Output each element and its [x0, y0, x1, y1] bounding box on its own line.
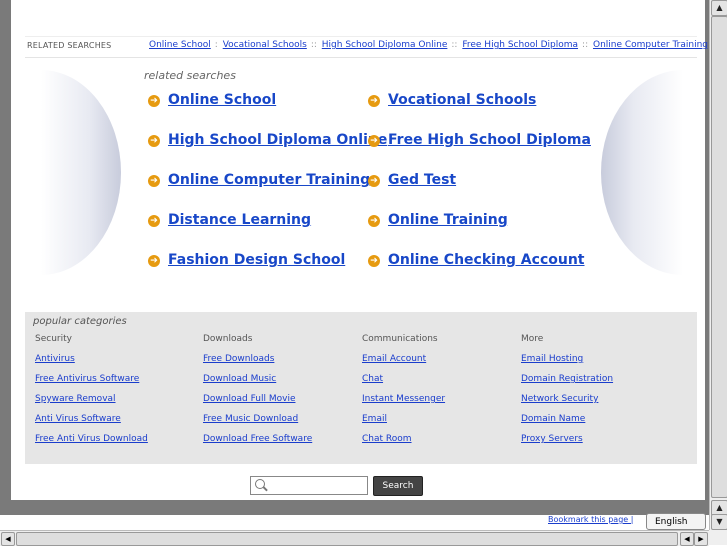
- list-item[interactable]: ➔ Distance Learning: [148, 212, 311, 228]
- category-link[interactable]: Free Music Download: [203, 414, 312, 434]
- related-search-link[interactable]: Online Training: [388, 212, 508, 228]
- scrollbar-corner: [709, 530, 727, 545]
- related-searches-title: related searches: [144, 69, 236, 82]
- category-link[interactable]: Chat Room: [362, 434, 445, 454]
- category-heading: More: [521, 334, 544, 344]
- category-link[interactable]: Proxy Servers: [521, 434, 613, 454]
- related-searches-links: Online School: Vocational Schools:: High…: [149, 40, 710, 50]
- related-search-link[interactable]: Distance Learning: [168, 212, 311, 228]
- category-link[interactable]: Free Anti Virus Download: [35, 434, 148, 454]
- list-item[interactable]: ➔ Ged Test: [368, 172, 456, 188]
- list-item[interactable]: ➔ Vocational Schools: [368, 92, 536, 108]
- related-search-link[interactable]: Ged Test: [388, 172, 456, 188]
- arrow-right-circle-icon: ➔: [148, 135, 160, 147]
- list-item[interactable]: ➔ Fashion Design School: [148, 252, 345, 268]
- category-link[interactable]: Domain Registration: [521, 374, 613, 394]
- related-link-online-computer-training[interactable]: Online Computer Training: [593, 40, 708, 50]
- horizontal-scroll-thumb[interactable]: [16, 532, 678, 546]
- arrow-right-circle-icon: ➔: [368, 135, 380, 147]
- arrow-right-circle-icon: ➔: [368, 95, 380, 107]
- list-item[interactable]: ➔ Online Computer Training: [148, 172, 370, 188]
- scroll-left-arrow-icon[interactable]: ◀: [1, 532, 15, 546]
- related-link-online-school[interactable]: Online School: [149, 40, 211, 50]
- category-column-security: Security Antivirus Free Antivirus Softwa…: [35, 334, 148, 454]
- related-search-link[interactable]: Online Computer Training: [168, 172, 370, 188]
- separator: :: [214, 40, 218, 50]
- category-heading: Security: [35, 334, 72, 344]
- magnifier-icon: [255, 479, 265, 489]
- category-link[interactable]: Anti Virus Software: [35, 414, 148, 434]
- category-heading: Communications: [362, 334, 438, 344]
- related-search-link[interactable]: Online School: [168, 92, 276, 108]
- vertical-scroll-thumb[interactable]: [711, 16, 727, 498]
- category-link[interactable]: Email Hosting: [521, 354, 613, 374]
- related-link-high-school-diploma-online[interactable]: High School Diploma Online: [322, 40, 448, 50]
- list-item[interactable]: ➔ Online Training: [368, 212, 508, 228]
- related-search-link[interactable]: Vocational Schools: [388, 92, 536, 108]
- popular-categories-panel: popular categories Security Antivirus Fr…: [25, 312, 697, 464]
- arrow-right-circle-icon: ➔: [368, 215, 380, 227]
- category-link[interactable]: Download Music: [203, 374, 312, 394]
- category-link[interactable]: Download Free Software: [203, 434, 312, 454]
- horizontal-scrollbar[interactable]: ◀ ◀ ▶: [0, 530, 709, 546]
- arrow-right-circle-icon: ➔: [148, 95, 160, 107]
- scroll-up-arrow-icon[interactable]: ▲: [711, 0, 727, 16]
- related-link-free-high-school-diploma[interactable]: Free High School Diploma: [462, 40, 578, 50]
- category-link[interactable]: Network Security: [521, 394, 613, 414]
- arrow-right-circle-icon: ➔: [148, 255, 160, 267]
- related-search-link[interactable]: Online Checking Account: [388, 252, 585, 268]
- separator: ::: [582, 40, 589, 50]
- separator: ::: [310, 40, 317, 50]
- category-link[interactable]: Email Account: [362, 354, 445, 374]
- footer-strip: [0, 500, 709, 515]
- related-search-link[interactable]: Free High School Diploma: [388, 132, 591, 148]
- category-link[interactable]: Download Full Movie: [203, 394, 312, 414]
- arrow-right-circle-icon: ➔: [148, 175, 160, 187]
- category-link[interactable]: Chat: [362, 374, 445, 394]
- category-link[interactable]: Free Antivirus Software: [35, 374, 148, 394]
- category-column-more: More Email Hosting Domain Registration N…: [521, 334, 613, 454]
- bookmark-link[interactable]: Bookmark this page |: [548, 515, 633, 524]
- scroll-down-arrow-icon[interactable]: ▼: [711, 514, 727, 530]
- popular-categories-title: popular categories: [33, 316, 127, 327]
- related-search-link[interactable]: High School Diploma Online: [168, 132, 387, 148]
- arrow-right-circle-icon: ➔: [368, 175, 380, 187]
- page-left-margin: [0, 0, 11, 500]
- list-item[interactable]: ➔ High School Diploma Online: [148, 132, 387, 148]
- category-link[interactable]: Instant Messenger: [362, 394, 445, 414]
- related-link-vocational-schools[interactable]: Vocational Schools: [223, 40, 307, 50]
- category-link[interactable]: Domain Name: [521, 414, 613, 434]
- page-content: RELATED SEARCHES Online School: Vocation…: [11, 0, 708, 500]
- category-link[interactable]: Antivirus: [35, 354, 148, 374]
- category-column-downloads: Downloads Free Downloads Download Music …: [203, 334, 312, 454]
- category-column-communications: Communications Email Account Chat Instan…: [362, 334, 445, 454]
- search-button[interactable]: Search: [373, 476, 423, 496]
- category-link[interactable]: Free Downloads: [203, 354, 312, 374]
- category-link[interactable]: Spyware Removal: [35, 394, 148, 414]
- search-input[interactable]: [250, 476, 368, 495]
- scroll-right-arrow-icon[interactable]: ▶: [694, 532, 708, 546]
- separator: ::: [451, 40, 458, 50]
- category-heading: Downloads: [203, 334, 253, 344]
- decorative-oval-right: [601, 70, 683, 275]
- arrow-right-circle-icon: ➔: [368, 255, 380, 267]
- list-item[interactable]: ➔ Online Checking Account: [368, 252, 585, 268]
- related-searches-label: RELATED SEARCHES: [27, 41, 112, 50]
- arrow-right-circle-icon: ➔: [148, 215, 160, 227]
- decorative-oval-left: [41, 70, 121, 275]
- related-searches-bar: RELATED SEARCHES Online School: Vocation…: [25, 36, 708, 58]
- related-search-link[interactable]: Fashion Design School: [168, 252, 345, 268]
- list-item[interactable]: ➔ Free High School Diploma: [368, 132, 591, 148]
- list-item[interactable]: ➔ Online School: [148, 92, 276, 108]
- category-link[interactable]: Email: [362, 414, 445, 434]
- language-select[interactable]: English: [646, 513, 706, 530]
- scroll-left-arrow-icon[interactable]: ◀: [680, 532, 694, 546]
- vertical-scrollbar[interactable]: ▲ ▲ ▼: [709, 0, 727, 530]
